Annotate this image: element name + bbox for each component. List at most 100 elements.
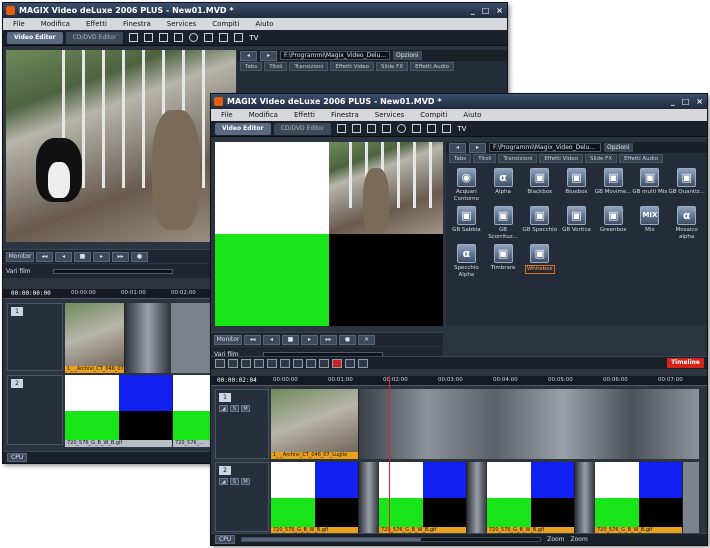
forward-nav-icon[interactable]: ▸ [260, 50, 277, 61]
split-icon[interactable] [293, 358, 303, 368]
effect-item[interactable]: ▣ Bluebox [558, 168, 595, 202]
fx-tab-effetti-video[interactable]: Effetti Video [539, 154, 583, 163]
back-nav-icon[interactable]: ◂ [449, 142, 466, 153]
stop-icon[interactable]: ■ [74, 251, 91, 262]
back-path-field[interactable]: F:\Programmi\Magix_Video_Delu... [280, 51, 390, 60]
minimize-icon[interactable]: _ [671, 94, 675, 109]
stop-icon[interactable]: ■ [282, 334, 299, 345]
menu-finestra[interactable]: Finestra [331, 109, 359, 121]
import-icon[interactable] [174, 33, 184, 42]
back-options-button[interactable]: Opzioni [393, 51, 422, 60]
effect-item[interactable]: ▣ GB Sabbia [448, 206, 485, 240]
effect-item[interactable]: MIX Mix [632, 206, 669, 240]
menu-file[interactable]: File [13, 18, 25, 30]
fx-tab-titoli[interactable]: Titoli [264, 62, 288, 71]
new-file-icon[interactable] [337, 124, 347, 133]
menu-file[interactable]: File [221, 109, 233, 121]
monitor-toggle[interactable]: Monitor [214, 334, 242, 345]
scene-icon[interactable] [358, 358, 368, 368]
front-time-ruler[interactable]: 00:00:02:04 00:00:00 00:01:00 00:02:00 0… [211, 376, 707, 386]
prev-icon[interactable]: ◂ [263, 334, 280, 345]
monitor-toggle[interactable]: Monitor [6, 251, 34, 262]
tab-video-editor[interactable]: Video Editor [7, 31, 63, 44]
wand-icon[interactable] [204, 33, 214, 42]
paste-icon[interactable] [280, 358, 290, 368]
track-mute-icon[interactable]: ◢ [219, 405, 228, 412]
new-file-icon[interactable] [129, 33, 139, 42]
menu-finestra[interactable]: Finestra [123, 18, 151, 30]
front-options-button[interactable]: Opzioni [604, 143, 633, 152]
effect-item[interactable]: ▣ GB Scorrituz... [485, 206, 522, 240]
play-icon[interactable]: ▸ [301, 334, 318, 345]
tab-cd-dvd-editor[interactable]: CD/DVD Editor [273, 122, 332, 135]
rewind-icon[interactable]: ◂◂ [36, 251, 53, 262]
back-nav-icon[interactable]: ◂ [240, 50, 257, 61]
grid-icon[interactable] [442, 124, 452, 133]
color-clip[interactable]: 720_576_G_B_W_B.gif [487, 462, 575, 534]
timeline-scrollbar[interactable] [241, 537, 542, 542]
effect-item[interactable]: ▣ Blackbox [521, 168, 558, 202]
effect-item[interactable]: ▣ Whitebox [521, 244, 558, 278]
track-solo-button[interactable]: S [230, 405, 239, 412]
maximize-icon[interactable]: □ [682, 94, 690, 109]
burn-disc-icon[interactable] [397, 124, 407, 133]
color-clip[interactable]: 720_576_G_B_W_B.gif [379, 462, 467, 534]
track-m-button[interactable]: M [241, 478, 250, 485]
record-icon[interactable]: ● [339, 334, 356, 345]
effect-item[interactable]: ▣ Timbrare [485, 244, 522, 278]
fx-tab-effetti-audio[interactable]: Effetti Audio [410, 62, 454, 71]
fx-tab-titoli[interactable]: Titoli [473, 154, 497, 163]
timeline-mode-button[interactable]: Timeline [667, 358, 704, 368]
color-clip[interactable]: 720_576_G_B_W_B.gif [271, 462, 359, 534]
menu-modifica[interactable]: Modifica [249, 109, 278, 121]
track-solo-button[interactable]: S [230, 478, 239, 485]
fx-tab-slide-fx[interactable]: Slide FX [585, 154, 618, 163]
color-clip[interactable]: 720_576_... [173, 375, 215, 447]
next-icon[interactable]: ▸▸ [320, 334, 337, 345]
fx-tab-effetti-video[interactable]: Effetti Video [330, 62, 374, 71]
tv-button[interactable]: TV [249, 34, 258, 42]
back-position-slider[interactable] [52, 268, 173, 274]
forward-nav-icon[interactable]: ▸ [469, 142, 486, 153]
effect-item[interactable]: ◉ Acquari Contorno [448, 168, 485, 202]
playhead-marker[interactable] [389, 376, 390, 534]
fx-tab-tabs[interactable]: Tabs [240, 62, 263, 71]
effect-item[interactable]: α Mosaico alpha [668, 206, 705, 240]
grid-icon[interactable] [234, 33, 244, 42]
play-icon[interactable]: ▸ [93, 251, 110, 262]
zoom-out-button[interactable]: Zoom [547, 536, 564, 543]
cut-icon[interactable]: ✕ [358, 334, 375, 345]
color-clip[interactable]: 720_576_G_B_W_B.gif [595, 462, 683, 534]
menu-services[interactable]: Services [375, 109, 405, 121]
redo-icon[interactable] [241, 358, 251, 368]
import-icon[interactable] [382, 124, 392, 133]
rewind-icon[interactable]: ◂◂ [244, 334, 261, 345]
export-icon[interactable] [427, 124, 437, 133]
tab-cd-dvd-editor[interactable]: CD/DVD Editor [65, 31, 124, 44]
menu-compiti[interactable]: Compiti [420, 109, 447, 121]
effect-item[interactable]: ▣ GB Vortice [558, 206, 595, 240]
track-m-button[interactable]: M [241, 405, 250, 412]
color-clip[interactable]: 720_576_G_B_W_B.gif [65, 375, 173, 447]
front-title-bar[interactable]: MAGIX Video deLuxe 2006 PLUS - New01.MVD… [211, 94, 707, 109]
burn-disc-icon[interactable] [189, 33, 199, 42]
wand-icon[interactable] [412, 124, 422, 133]
effect-item[interactable]: ▣ GB Quantiz... [668, 168, 705, 202]
undo-icon[interactable] [228, 358, 238, 368]
minimize-icon[interactable]: _ [471, 3, 475, 18]
fx-tab-effetti-audio[interactable]: Effetti Audio [619, 154, 663, 163]
menu-modifica[interactable]: Modifica [41, 18, 70, 30]
close-icon[interactable]: × [496, 3, 503, 18]
delete-icon[interactable] [254, 358, 264, 368]
back-title-bar[interactable]: MAGIX Video deLuxe 2006 PLUS - New01.MVD… [3, 3, 507, 18]
menu-aiuto[interactable]: Aiuto [463, 109, 481, 121]
storyboard-icon[interactable] [345, 358, 355, 368]
close-icon[interactable]: × [696, 94, 703, 109]
front-path-field[interactable]: F:\Programmi\Magix_Video_Delu... [489, 143, 601, 152]
open-folder-icon[interactable] [352, 124, 362, 133]
next-icon[interactable]: ▸▸ [112, 251, 129, 262]
effect-item[interactable]: ▣ GB multi Mix [632, 168, 669, 202]
record-icon[interactable]: ● [131, 251, 148, 262]
fx-tab-slide-fx[interactable]: Slide FX [376, 62, 409, 71]
video-clip[interactable]: 1_ _Archivi_CT_046_07_Luglio [271, 389, 359, 459]
